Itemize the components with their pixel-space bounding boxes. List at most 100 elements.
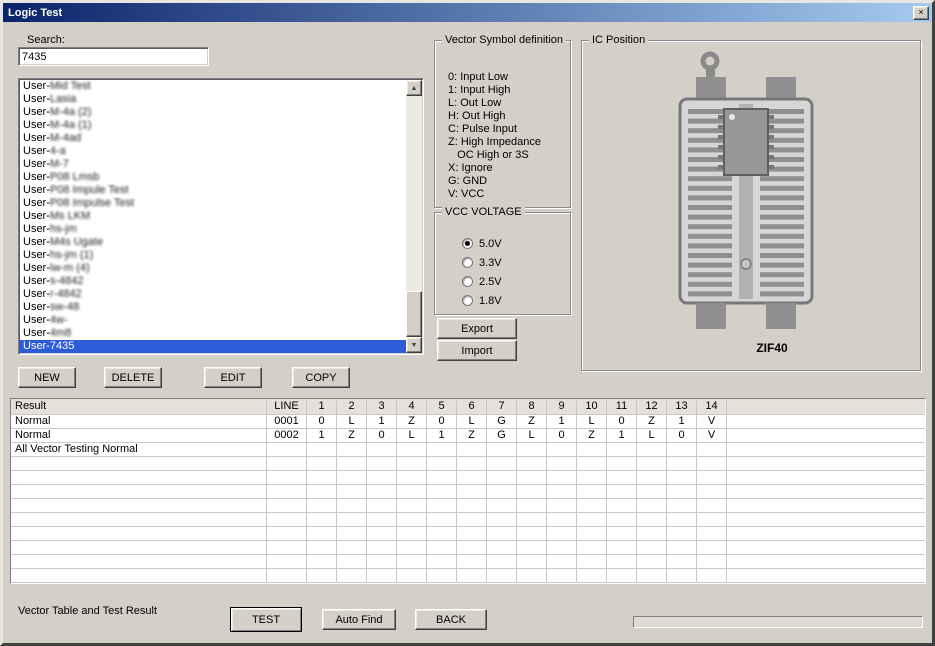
list-item[interactable]: User-Lasia bbox=[20, 93, 406, 106]
column-header: 4 bbox=[397, 399, 427, 415]
table-cell bbox=[547, 499, 577, 513]
new-button[interactable]: NEW bbox=[18, 367, 76, 388]
list-item[interactable]: User-M-7 bbox=[20, 158, 406, 171]
table-row[interactable]: All Vector Testing Normal bbox=[11, 443, 925, 457]
list-item[interactable]: User-M-4ad bbox=[20, 132, 406, 145]
search-input[interactable] bbox=[18, 47, 209, 66]
vcc-option-label: 2.5V bbox=[479, 276, 502, 288]
user-listbox[interactable]: User-Mid TestUser-LasiaUser-M-4a (2)User… bbox=[18, 78, 424, 355]
table-empty-row[interactable] bbox=[11, 499, 925, 513]
import-button[interactable]: Import bbox=[437, 340, 517, 361]
table-row[interactable]: Normal00021Z0L1ZGL0Z1L0V bbox=[11, 429, 925, 443]
list-item[interactable]: User-M-4a (1) bbox=[20, 119, 406, 132]
table-cell-filler bbox=[727, 569, 925, 583]
table-empty-row[interactable] bbox=[11, 555, 925, 569]
table-cell bbox=[457, 485, 487, 499]
column-header: 10 bbox=[577, 399, 607, 415]
table-cell bbox=[307, 513, 337, 527]
close-button[interactable]: × bbox=[913, 6, 929, 20]
table-cell bbox=[697, 443, 727, 457]
list-item[interactable]: User-sw-48 bbox=[20, 301, 406, 314]
table-cell bbox=[337, 555, 367, 569]
table-cell bbox=[667, 457, 697, 471]
list-item[interactable]: User-P08 Impulse Test bbox=[20, 197, 406, 210]
table-cell-filler bbox=[727, 541, 925, 555]
list-item[interactable]: User-hs-jm (1) bbox=[20, 249, 406, 262]
list-item[interactable]: User-P08 Lmsb bbox=[20, 171, 406, 184]
search-label: Search: bbox=[27, 34, 65, 46]
column-header: 9 bbox=[547, 399, 577, 415]
list-item[interactable]: User-lw-m (4) bbox=[20, 262, 406, 275]
table-cell bbox=[607, 513, 637, 527]
table-empty-row[interactable] bbox=[11, 513, 925, 527]
vector-symbol-line: 1: Input High bbox=[448, 84, 570, 97]
back-button[interactable]: BACK bbox=[415, 609, 487, 630]
scroll-up-button[interactable]: ▲ bbox=[406, 80, 422, 96]
table-cell bbox=[697, 499, 727, 513]
selected-list-item[interactable]: User-7435 bbox=[20, 340, 406, 353]
arrow-up-icon: ▲ bbox=[411, 85, 418, 92]
table-cell bbox=[517, 471, 547, 485]
table-empty-row[interactable] bbox=[11, 569, 925, 583]
table-empty-row[interactable] bbox=[11, 485, 925, 499]
vcc-option-3.3V[interactable]: 3.3V bbox=[435, 253, 570, 272]
titlebar[interactable]: Logic Test × bbox=[3, 3, 932, 22]
list-scrollbar[interactable]: ▲ ▼ bbox=[406, 80, 422, 353]
edit-button[interactable]: EDIT bbox=[204, 367, 262, 388]
table-cell: 1 bbox=[547, 415, 577, 429]
auto-find-button[interactable]: Auto Find bbox=[322, 609, 396, 630]
table-cell: Normal bbox=[11, 415, 267, 429]
vector-symbol-line: Z: High Impedance bbox=[448, 136, 570, 149]
list-item[interactable]: User-4m8 bbox=[20, 327, 406, 340]
vcc-option-2.5V[interactable]: 2.5V bbox=[435, 272, 570, 291]
list-item[interactable]: User-Ms LKM bbox=[20, 210, 406, 223]
table-cell bbox=[667, 569, 697, 583]
list-item-blurred-text: hs-jm bbox=[50, 223, 77, 235]
list-item[interactable]: User-M-4a (2) bbox=[20, 106, 406, 119]
table-cell bbox=[267, 513, 307, 527]
list-item[interactable]: User-4-a bbox=[20, 145, 406, 158]
scrollbar-thumb[interactable] bbox=[406, 291, 422, 337]
list-item[interactable]: User-Mid Test bbox=[20, 80, 406, 93]
list-item[interactable]: User-P08 Impule Test bbox=[20, 184, 406, 197]
table-cell bbox=[547, 527, 577, 541]
list-item-blurred-text: hs-jm (1) bbox=[50, 249, 93, 261]
radio-unchecked-icon[interactable] bbox=[462, 276, 473, 287]
radio-unchecked-icon[interactable] bbox=[462, 295, 473, 306]
vcc-option-5.0V[interactable]: 5.0V bbox=[435, 234, 570, 253]
table-cell bbox=[267, 499, 307, 513]
copy-button[interactable]: COPY bbox=[292, 367, 350, 388]
table-empty-row[interactable] bbox=[11, 457, 925, 471]
list-item[interactable]: User-s-4842 bbox=[20, 275, 406, 288]
table-cell-filler bbox=[727, 415, 925, 429]
table-row[interactable]: Normal00010L1Z0LGZ1L0Z1V bbox=[11, 415, 925, 429]
table-cell bbox=[637, 541, 667, 555]
table-body: Normal00010L1Z0LGZ1L0Z1VNormal00021Z0L1Z… bbox=[11, 415, 925, 583]
table-empty-row[interactable] bbox=[11, 471, 925, 485]
list-item-prefix: User- bbox=[23, 327, 50, 339]
list-item-prefix: User- bbox=[23, 314, 50, 326]
table-cell bbox=[607, 485, 637, 499]
window-title: Logic Test bbox=[6, 7, 62, 19]
radio-unchecked-icon[interactable] bbox=[462, 257, 473, 268]
list-item[interactable]: User-4w- bbox=[20, 314, 406, 327]
list-item-blurred-text: M4s Ugate bbox=[50, 236, 103, 248]
list-item[interactable]: User-r-4842 bbox=[20, 288, 406, 301]
table-cell bbox=[367, 499, 397, 513]
radio-checked-icon[interactable] bbox=[462, 238, 473, 249]
delete-button[interactable]: DELETE bbox=[104, 367, 162, 388]
table-empty-row[interactable] bbox=[11, 527, 925, 541]
table-cell: All Vector Testing Normal bbox=[11, 443, 267, 457]
list-item[interactable]: User-M4s Ugate bbox=[20, 236, 406, 249]
scroll-down-button[interactable]: ▼ bbox=[406, 337, 422, 353]
test-button[interactable]: TEST bbox=[230, 607, 302, 632]
table-cell bbox=[307, 569, 337, 583]
column-header: 7 bbox=[487, 399, 517, 415]
vcc-option-1.8V[interactable]: 1.8V bbox=[435, 291, 570, 310]
table-cell bbox=[667, 499, 697, 513]
table-empty-row[interactable] bbox=[11, 541, 925, 555]
table-cell: 1 bbox=[667, 415, 697, 429]
arrow-down-icon: ▼ bbox=[411, 342, 418, 349]
export-button[interactable]: Export bbox=[437, 318, 517, 339]
list-item[interactable]: User-hs-jm bbox=[20, 223, 406, 236]
